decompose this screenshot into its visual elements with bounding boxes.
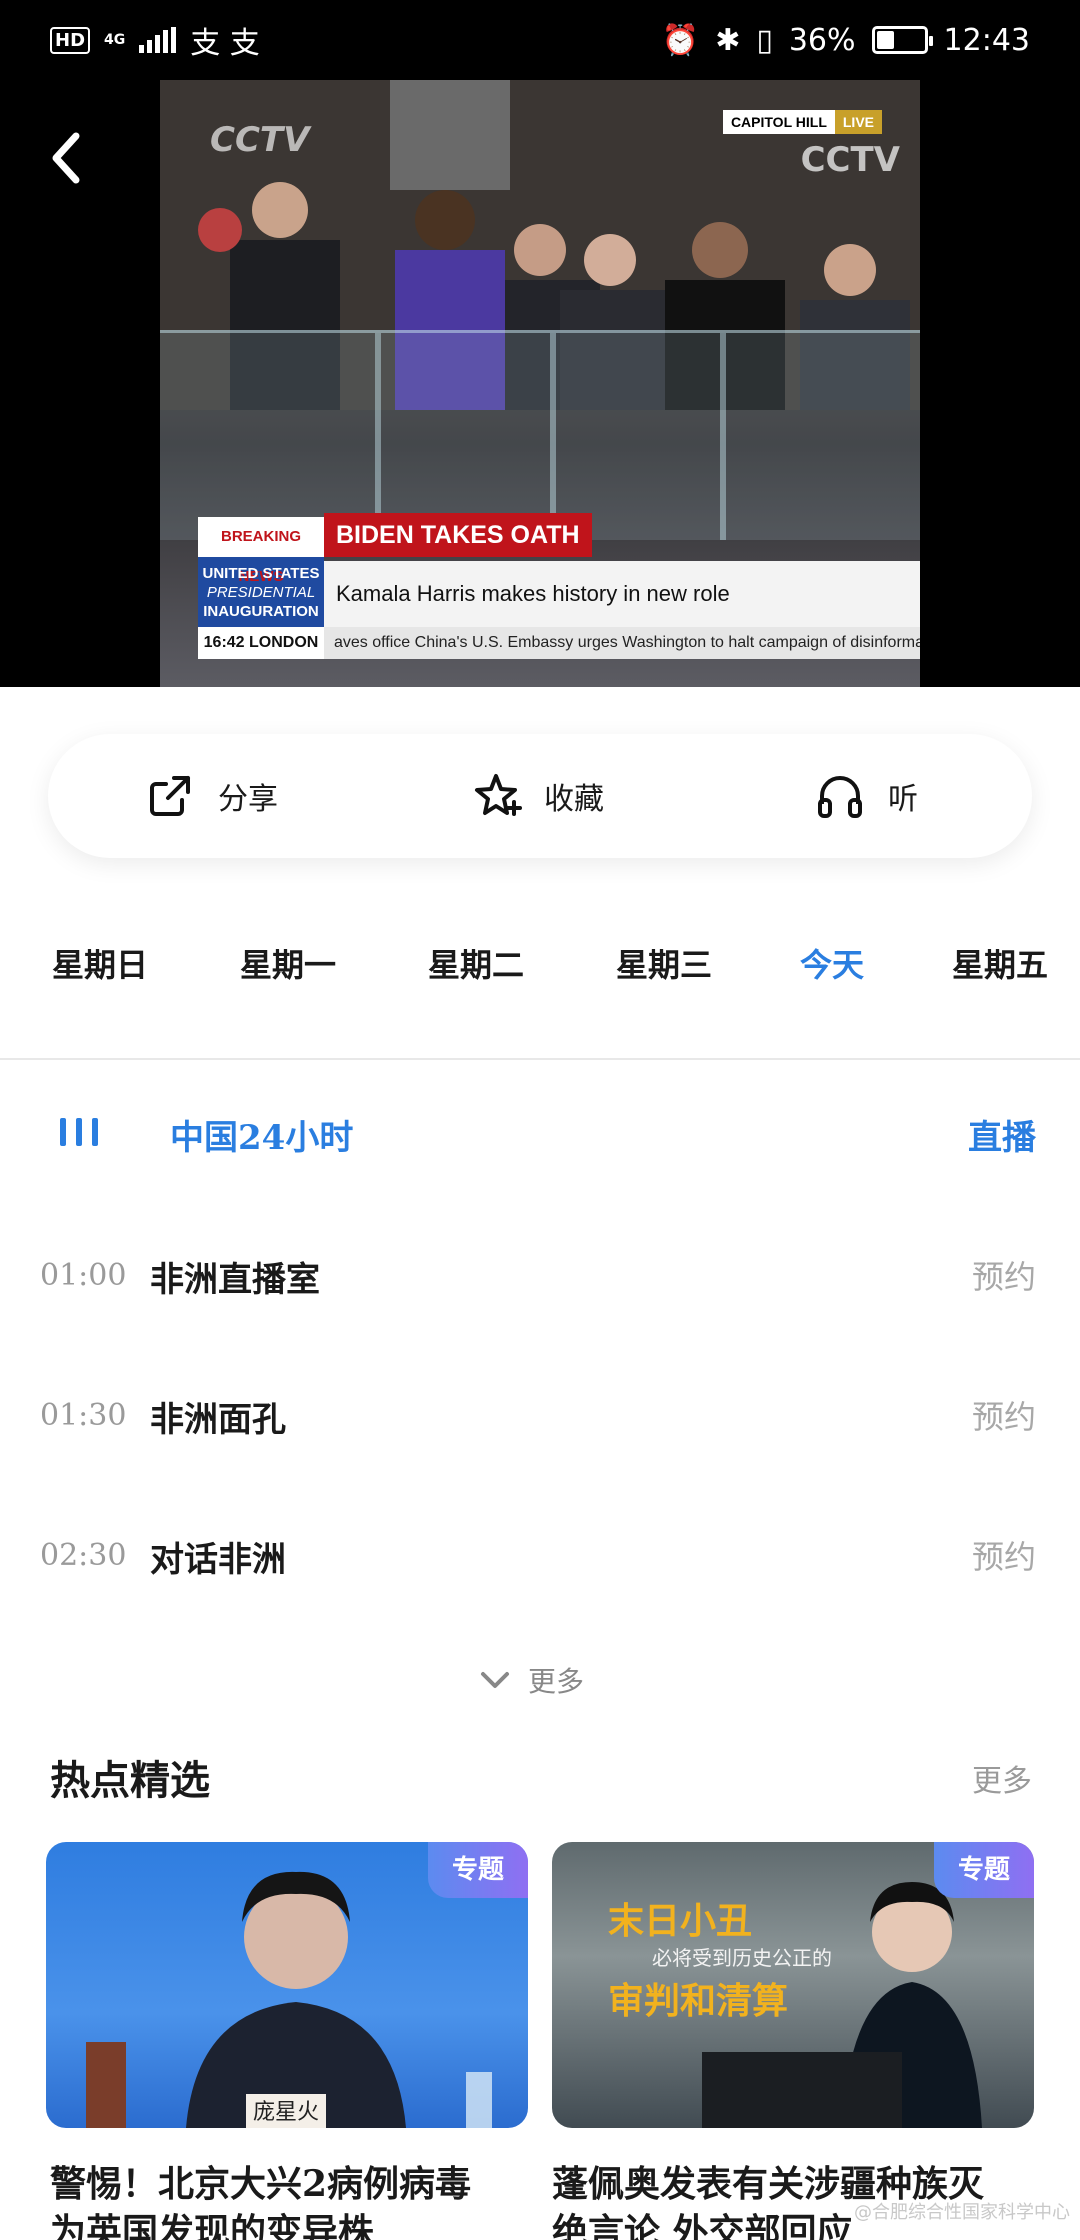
event-label: UNITED STATES PRESIDENTIAL INAUGURATION [198, 557, 324, 627]
favorite-button[interactable]: 收藏 [470, 770, 604, 822]
clock: 12:43 [943, 22, 1030, 58]
glass-screen [160, 330, 920, 540]
notification-icons: 支 支 [190, 26, 260, 61]
section-title: 热点精选 [50, 1757, 210, 1804]
tab-monday[interactable]: 星期一 [240, 940, 336, 986]
chevron-down-icon [481, 1672, 509, 1688]
ticker-text: aves office China's U.S. Embassy urges W… [324, 627, 920, 659]
ticker-time: 16:42 LONDON [198, 627, 324, 659]
signal-icon [139, 27, 177, 53]
tab-today[interactable]: 今天 [800, 940, 864, 986]
alarm-icon: ⏰ [661, 22, 700, 58]
headphones-icon [818, 776, 862, 818]
news-headline: BIDEN TAKES OATH [324, 513, 592, 557]
news-lower-third: BREAKING NEWS UNITED STATES PRESIDENTIAL… [198, 513, 920, 627]
name-plate: 庞星火 [252, 2100, 319, 2125]
breaking-news-label: BREAKING NEWS [198, 517, 324, 585]
reserve-button[interactable]: 预约 [972, 1532, 1036, 1578]
program-time: 01:00 [40, 1258, 127, 1293]
tab-friday[interactable]: 星期五 [952, 940, 1048, 986]
program-name: 非洲直播室 [150, 1260, 320, 1300]
share-label: 分享 [218, 782, 278, 817]
schedule-more-button[interactable]: 更多 [480, 1660, 584, 1700]
program-row[interactable]: 01:30 非洲面孔 预约 [0, 1386, 1080, 1446]
program-time: 02:30 [40, 1538, 127, 1573]
bluetooth-icon: ✱ [715, 22, 741, 58]
video-frame: CCTV CCTV CAPITOL HILL LIVE BREAKING NEW… [160, 80, 920, 687]
program-row[interactable]: 02:30 对话非洲 预约 [0, 1526, 1080, 1586]
image-subtitle: 必将受到历史公正的 [652, 1946, 832, 1970]
news-ticker: 16:42 LONDON aves office China's U.S. Em… [198, 627, 920, 659]
day-tabs: 星期日 星期一 星期二 星期三 今天 星期五 [0, 940, 1080, 1000]
reserve-button[interactable]: 预约 [972, 1392, 1036, 1438]
tab-wednesday[interactable]: 星期三 [616, 940, 712, 986]
hot-more-button[interactable]: 更多 [972, 1756, 1032, 1800]
live-playing-icon [60, 1118, 98, 1146]
battery-icon [871, 26, 933, 54]
news-card-image[interactable]: 庞星火 专题 [46, 1842, 528, 2128]
network-type: 4G [104, 32, 126, 48]
image-headline: 末日小丑 [608, 1900, 753, 1942]
news-card-title[interactable]: 警惕！北京大兴2病例病毒 为英国发现的变异株 [50, 2160, 471, 2240]
news-subline: Kamala Harris makes history in new role [324, 561, 920, 627]
program-row[interactable]: 01:00 非洲直播室 预约 [0, 1246, 1080, 1306]
program-name: 对话非洲 [150, 1540, 286, 1580]
vibrate-icon: ▯ [756, 22, 773, 58]
action-bar: 分享 收藏 听 [48, 734, 1032, 858]
topic-tag: 专题 [934, 1842, 1034, 1898]
channel-name: 中国24小时 [170, 1118, 354, 1158]
video-player[interactable]: CCTV CCTV CAPITOL HILL LIVE BREAKING NEW… [0, 80, 1080, 687]
location-tag: CAPITOL HILL LIVE [722, 110, 882, 134]
channel-logo: CCTV [210, 120, 310, 160]
divider [0, 1058, 1080, 1060]
program-time: 01:30 [40, 1398, 127, 1433]
topic-tag: 专题 [428, 1842, 528, 1898]
watermark: @合肥综合性国家科学中心 [854, 2202, 1070, 2223]
reserve-button[interactable]: 预约 [972, 1252, 1036, 1298]
chevron-left-icon [52, 132, 80, 184]
listen-button[interactable]: 听 [814, 770, 918, 822]
favorite-label: 收藏 [544, 782, 604, 817]
program-name: 非洲面孔 [150, 1400, 286, 1440]
tab-sunday[interactable]: 星期日 [52, 940, 148, 986]
hd-icon: HD [50, 26, 91, 54]
back-button[interactable] [40, 128, 90, 188]
tab-tuesday[interactable]: 星期二 [428, 940, 524, 986]
share-icon [150, 776, 190, 816]
live-label: 直播 [968, 1118, 1036, 1158]
channel-logo-right: CCTV [800, 140, 900, 180]
star-plus-icon [475, 774, 522, 816]
status-bar: HD 4G 支 支 ⏰ ✱ ▯ 36% 12:43 [0, 0, 1080, 80]
schedule-more-label: 更多 [528, 1665, 585, 1698]
listen-label: 听 [888, 782, 918, 817]
current-program-row[interactable]: 中国24小时 直播 [0, 1100, 1080, 1166]
share-button[interactable]: 分享 [144, 770, 278, 822]
battery-percent: 36% [788, 22, 856, 58]
image-headline-2: 审判和清算 [608, 1980, 789, 2022]
news-card-image[interactable]: 末日小丑 必将受到历史公正的 审判和清算 专题 [552, 1842, 1034, 2128]
battery-fill [876, 31, 894, 49]
